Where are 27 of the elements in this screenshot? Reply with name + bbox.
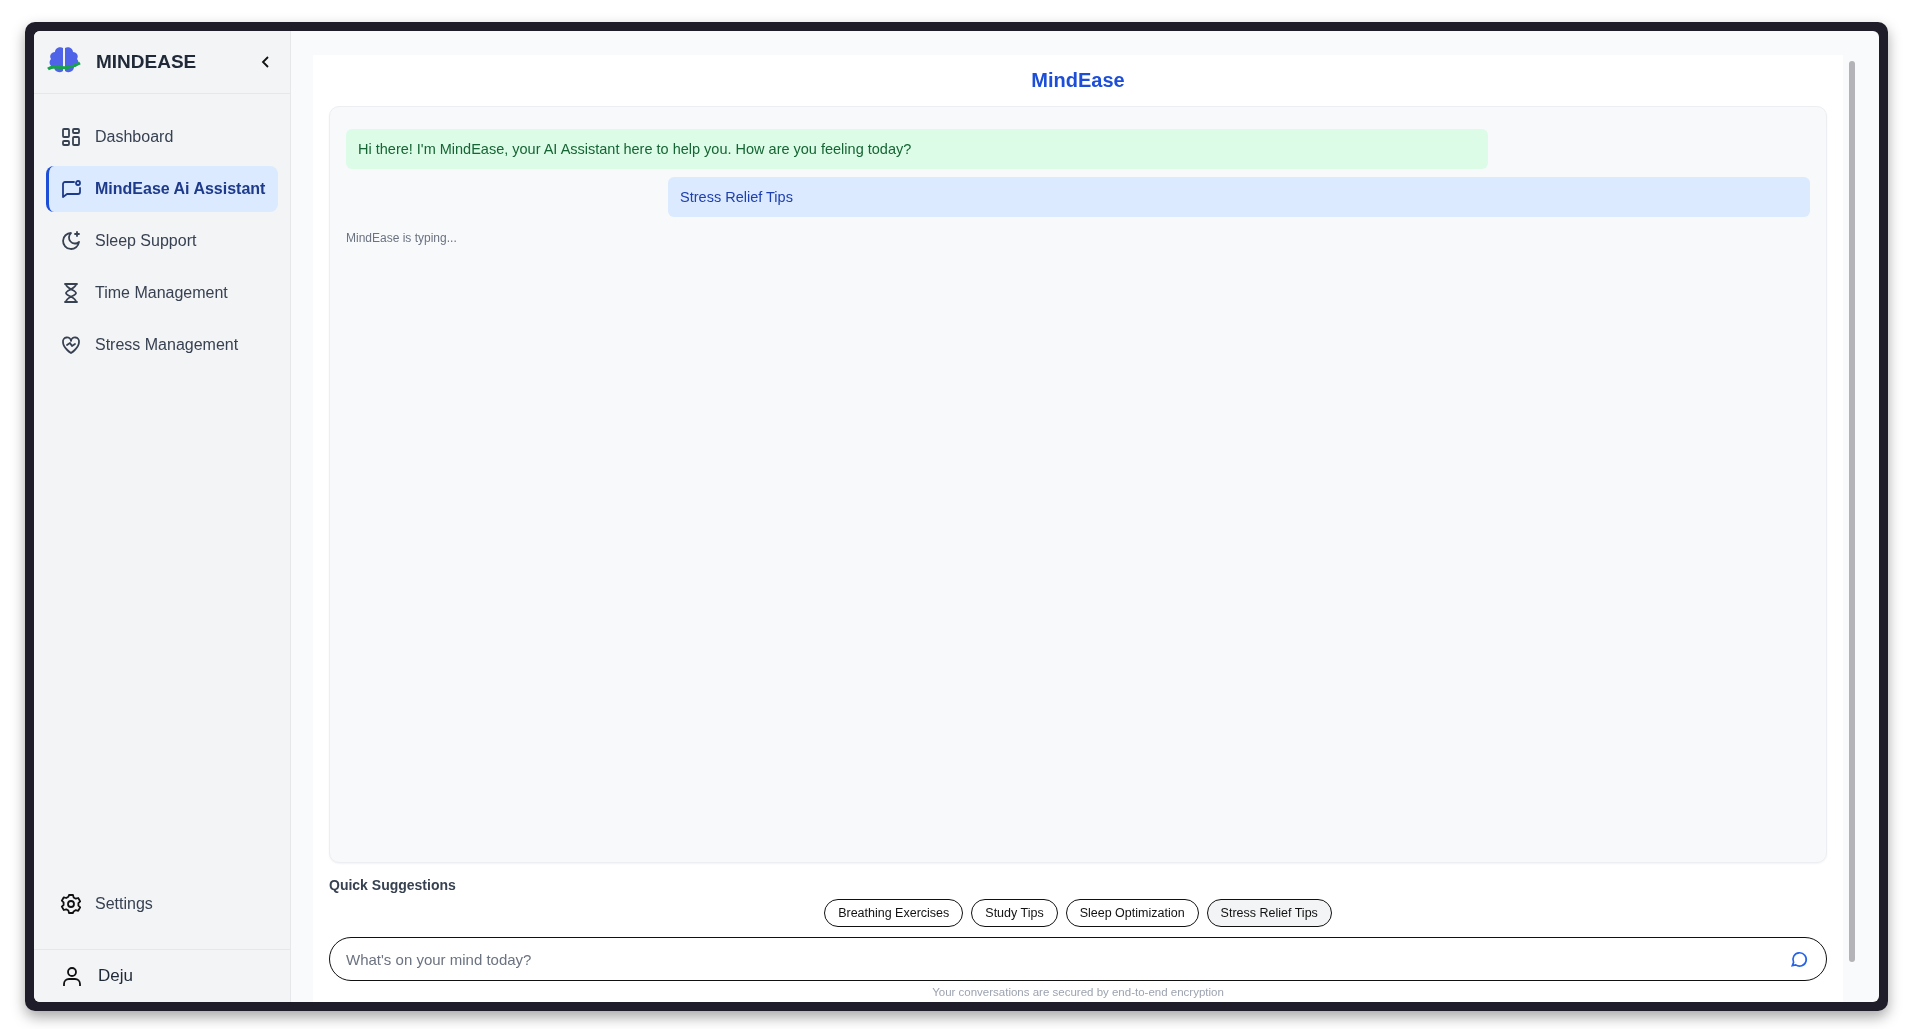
chat-title: MindEase [1031,69,1125,92]
typing-indicator: MindEase is typing... [346,231,457,245]
grid-icon [59,125,83,149]
moon-icon [59,229,83,253]
collapse-chevron-icon[interactable] [260,55,272,69]
sidebar-item[interactable]: Sleep Support [46,218,278,264]
scrollbar[interactable] [1849,61,1855,962]
assistant-message: Hi there! I'm MindEase, your AI Assistant here to help you. How are you feeling today? [346,129,1488,169]
sidebar-item[interactable]: Dashboard [46,114,278,160]
chat-bubble-icon [59,177,83,201]
settings-icon [59,892,83,916]
suggestion-chip[interactable]: Study Tips [971,899,1058,927]
suggestion-chip[interactable]: Breathing Exercises [824,899,964,927]
encryption-note: Your conversations are secured by end-to-end encryption [932,986,1224,998]
user-icon [60,964,84,988]
user-message: Stress Relief Tips [668,177,1810,217]
sidebar-item[interactable]: Time Management [46,270,278,316]
suggestion-chip[interactable]: Sleep Optimization [1065,899,1199,927]
user-name[interactable]: Deju [98,966,133,986]
suggestions-label: Quick Suggestions [329,877,456,893]
settings-item[interactable]: Settings [46,881,278,927]
suggestion-chip[interactable]: Stress Relief Tips [1206,899,1332,927]
chat-bubble-icon[interactable] [1789,949,1809,969]
sidebar-item[interactable]: MindEase Ai Assistant [46,166,278,212]
message-input[interactable]: What's on your mind today? [329,937,1827,981]
brand-name: MINDEASE [96,51,198,73]
sidebar-item[interactable]: Stress Management [46,322,278,368]
